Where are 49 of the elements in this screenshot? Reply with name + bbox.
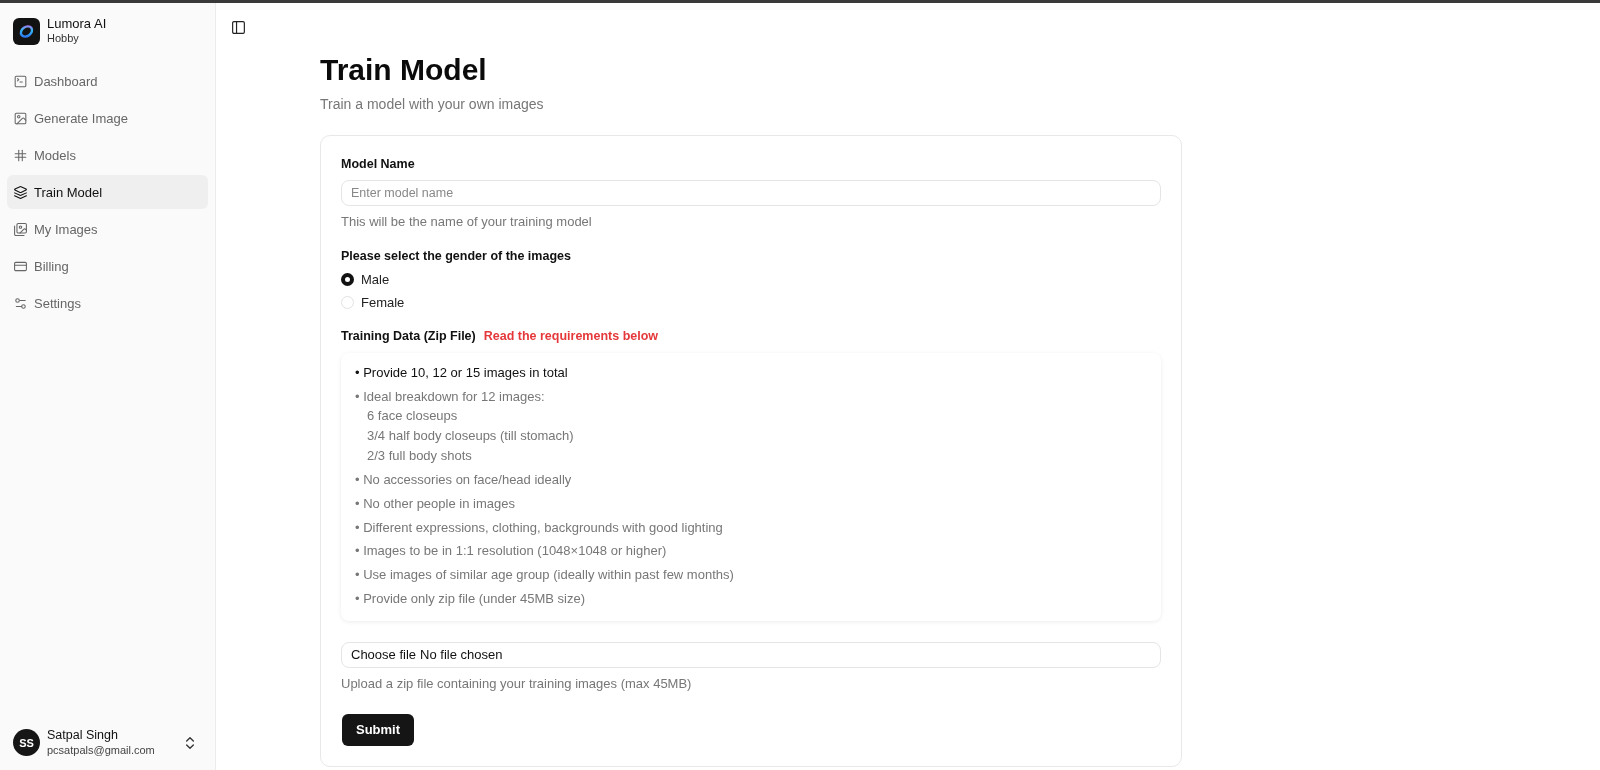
sidebar-nav-item[interactable]: Settings: [7, 286, 208, 320]
requirement-text: • Images to be in 1:1 resolution (1048×1048 or higher): [355, 542, 667, 561]
chevrons-up-down-icon[interactable]: [186, 736, 194, 749]
requirement-detail: 3/4 half body closeups (till stomach): [366, 426, 574, 445]
requirement-text: • No other people in images: [355, 495, 515, 514]
sidebar-nav-item[interactable]: Billing: [7, 249, 208, 283]
requirement-text: • Ideal breakdown for 12 images:: [355, 387, 545, 406]
sidebar-nav-item[interactable]: Dashboard: [7, 64, 208, 98]
hash-icon: [14, 148, 27, 162]
field-label: Training Data (Zip File): [341, 328, 476, 344]
requirement-text: • No accessories on face/head ideally: [355, 471, 572, 490]
sidebar-nav-item[interactable]: Models: [7, 138, 208, 172]
file-input-field[interactable]: Choose file No file chosen: [341, 641, 1161, 668]
user-email: pcsatpals@gmail.com: [47, 743, 156, 757]
requirements-note: Read the requirements below: [483, 328, 659, 344]
requirement-text: • Use images of similar age group (ideally within past few months): [355, 566, 734, 585]
requirement-text: • Different expressions, clothing, backgrounds with good lighting: [355, 518, 723, 537]
layers-icon: [14, 185, 27, 199]
sliders-icon: [14, 296, 27, 310]
terminal-icon: [14, 74, 27, 88]
radio-label: Female: [361, 294, 405, 310]
field-label: Model Name: [341, 156, 415, 172]
choose-file-button[interactable]: Choose file: [351, 647, 417, 663]
sidebar-toggle-icon[interactable]: [232, 21, 245, 34]
submit-button[interactable]: Submit: [342, 713, 414, 746]
user-name: Satpal Singh: [47, 728, 119, 743]
plan-label: Hobby: [47, 31, 80, 46]
page-title: Train Model: [320, 52, 488, 88]
images-icon: [14, 222, 27, 236]
radio-button[interactable]: [341, 272, 354, 286]
field-hint: This will be the name of your training model: [341, 214, 592, 230]
requirement-text: • Provide 10, 12 or 15 images in total: [355, 364, 568, 382]
radio-label: Male: [361, 271, 390, 287]
sidebar-nav-item[interactable]: Generate Image: [7, 101, 208, 135]
page-subtitle: Train a model with your own images: [320, 95, 545, 114]
requirement-text: • Provide only zip file (under 45MB size): [355, 589, 585, 608]
image-icon: [14, 111, 27, 125]
credit-card-icon: [14, 259, 27, 273]
requirement-detail: 2/3 full body shots: [366, 446, 472, 465]
brand-name: Lumora AI: [47, 16, 107, 31]
file-status-text: No file chosen: [420, 647, 503, 663]
model-name-input[interactable]: Enter model name: [341, 180, 1161, 206]
user-avatar: SS: [13, 729, 40, 756]
field-hint: Upload a zip file containing your training images (max 45MB): [341, 675, 692, 692]
sidebar-nav-item[interactable]: My Images: [7, 212, 208, 246]
requirement-detail: 6 face closeups: [366, 406, 458, 425]
sidebar-nav-item[interactable]: Train Model: [7, 175, 208, 209]
field-label: Please select the gender of the images: [341, 248, 571, 264]
logo-icon: [13, 17, 40, 45]
